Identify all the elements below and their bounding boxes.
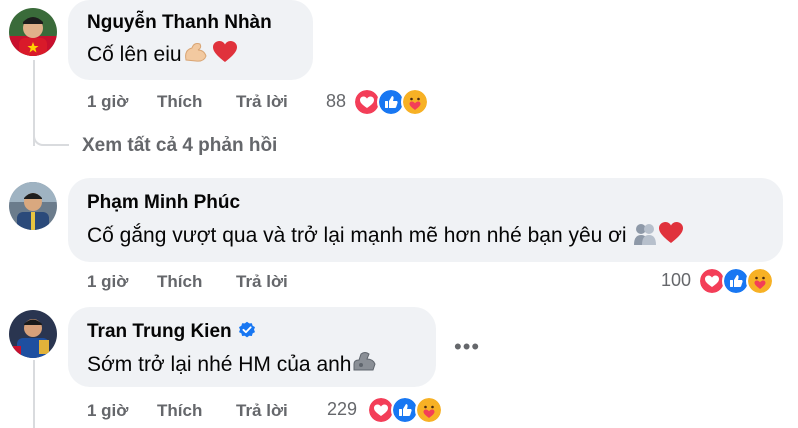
comment-author[interactable]: Nguyễn Thanh Nhàn (87, 12, 272, 34)
reply-button[interactable]: Trả lời (236, 92, 288, 112)
hugging-people-icon (632, 221, 658, 251)
like-button[interactable]: Thích (157, 272, 202, 292)
comment-time[interactable]: 1 giờ (87, 272, 128, 292)
reaction-icons[interactable] (698, 267, 782, 295)
like-button[interactable]: Thích (157, 401, 202, 421)
flexed-biceps-icon (182, 40, 212, 70)
comment-time[interactable]: 1 giờ (87, 92, 128, 112)
reply-button[interactable]: Trả lời (236, 272, 288, 292)
comment-text: Cố lên eiu (87, 40, 238, 70)
view-all-replies-link[interactable]: Xem tất cả 4 phản hồi (82, 135, 277, 157)
care-react-icon (415, 396, 443, 424)
avatar[interactable] (9, 8, 57, 56)
comment-text: Cố gắng vượt qua và trở lại mạnh mẽ hơn … (87, 221, 684, 251)
reaction-count[interactable]: 229 (327, 399, 357, 420)
more-options-button[interactable]: ••• (454, 334, 480, 360)
comment-author[interactable]: Tran Trung Kien (87, 321, 256, 345)
reaction-icons[interactable] (367, 396, 451, 424)
avatar[interactable] (9, 182, 57, 230)
reply-button[interactable]: Trả lời (236, 401, 288, 421)
mechanical-arm-icon (351, 350, 379, 380)
comment-text: Sớm trở lại nhé HM của anh (87, 350, 379, 380)
comment-time[interactable]: 1 giờ (87, 401, 128, 421)
comment-author-name: Tran Trung Kien (87, 321, 232, 342)
red-heart-icon (212, 40, 238, 70)
thread-elbow (33, 118, 69, 146)
comment-text-content: Sớm trở lại nhé HM của anh (87, 353, 352, 376)
avatar[interactable] (9, 310, 57, 358)
comment-text-content: Cố lên eiu (87, 43, 182, 66)
reaction-count[interactable]: 88 (326, 91, 346, 112)
red-heart-icon (658, 221, 684, 251)
comment-author[interactable]: Phạm Minh Phúc (87, 192, 240, 214)
like-button[interactable]: Thích (157, 92, 202, 112)
care-react-icon (401, 88, 429, 116)
thread-line (33, 360, 35, 428)
reaction-icons[interactable] (353, 88, 437, 116)
verified-badge-icon (238, 321, 256, 345)
comment-text-content: Cố gắng vượt qua và trở lại mạnh mẽ hơn … (87, 224, 627, 247)
reaction-count[interactable]: 100 (661, 270, 691, 291)
care-react-icon (746, 267, 774, 295)
